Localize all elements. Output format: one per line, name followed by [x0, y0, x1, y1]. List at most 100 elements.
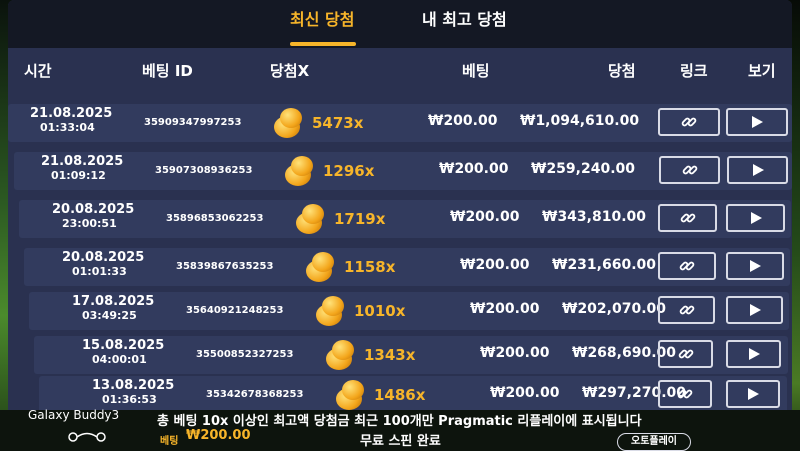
row-multiplier: 1719x: [334, 210, 386, 228]
row-date: 17.08.2025: [72, 294, 155, 309]
row-win: ₩1,094,610.00: [520, 113, 640, 129]
column-win: 당첨: [608, 62, 636, 80]
game-status: 무료 스핀 완료: [360, 434, 441, 449]
play-icon: [748, 388, 759, 400]
table-row: 15.08.2025 04:00:01 35500852327253 1343x…: [34, 336, 788, 374]
link-icon: [680, 213, 695, 223]
link-icon: [682, 165, 697, 175]
replay-note: 총 베팅 10x 이상인 최고액 당첨금 최근 100개만 Pragmatic …: [157, 414, 642, 429]
row-time: 01:36:53: [102, 393, 157, 406]
table-row: 21.08.2025 01:09:12 35907308936253 1296x…: [14, 152, 792, 190]
link-button[interactable]: [659, 156, 720, 184]
row-datetime: 21.08.2025 01:33:04: [30, 107, 112, 135]
row-time: 01:01:33: [72, 265, 127, 278]
row-bet: ₩200.00: [428, 113, 498, 129]
column-bet-id: 베팅 ID: [142, 62, 193, 80]
column-bet: 베팅: [462, 62, 490, 80]
row-bet: ₩200.00: [490, 385, 560, 401]
row-multiplier: 1158x: [344, 258, 396, 276]
row-time: 04:00:01: [92, 353, 147, 366]
bet-label: 베팅: [160, 436, 179, 447]
row-multiplier: 1486x: [374, 386, 426, 404]
row-multiplier: 1010x: [354, 302, 406, 320]
row-bet-id: 35839867635253: [176, 261, 274, 272]
column-view: 보기: [748, 62, 776, 80]
coin-stack-icon: [292, 202, 328, 236]
row-bet: ₩200.00: [439, 161, 509, 177]
table-row: 20.08.2025 01:01:33 35839867635253 1158x…: [24, 248, 790, 286]
row-datetime: 17.08.2025 03:49:25: [72, 295, 154, 323]
replay-panel: 최신 당첨 내 최고 당첨 시간 베팅 ID 당첨X 베팅 당첨 링크 보기 2…: [8, 0, 792, 418]
link-button[interactable]: [658, 296, 715, 324]
row-date: 20.08.2025: [62, 250, 145, 265]
row-time: 03:49:25: [82, 309, 137, 322]
row-date: 21.08.2025: [41, 154, 124, 169]
active-tab-indicator: [290, 42, 356, 46]
row-bet-id: 35909347997253: [144, 117, 242, 128]
row-bet: ₩200.00: [460, 257, 530, 273]
tab-my-best-wins[interactable]: 내 최고 당첨: [422, 6, 507, 30]
play-icon: [752, 164, 764, 176]
table-row: 17.08.2025 03:49:25 35640921248253 1010x…: [29, 292, 789, 330]
row-date: 15.08.2025: [82, 338, 165, 353]
column-multiplier: 당첨X: [270, 62, 310, 80]
row-time: 01:33:04: [40, 121, 95, 134]
row-bet: ₩200.00: [470, 301, 540, 317]
row-bet-id: 35907308936253: [155, 165, 253, 176]
link-button[interactable]: [658, 108, 720, 136]
row-datetime: 20.08.2025 23:00:51: [52, 203, 134, 231]
view-button[interactable]: [727, 156, 788, 184]
table-row: 13.08.2025 01:36:53 35342678368253 1486x…: [39, 376, 787, 414]
row-bet: ₩200.00: [480, 345, 550, 361]
coin-stack-icon: [281, 154, 317, 188]
row-date: 13.08.2025: [92, 378, 175, 393]
row-datetime: 13.08.2025 01:36:53: [92, 379, 174, 407]
column-time: 시간: [24, 62, 52, 80]
play-icon: [752, 116, 763, 128]
row-multiplier: 1343x: [364, 346, 416, 364]
link-button[interactable]: [658, 380, 712, 408]
row-date: 21.08.2025: [30, 106, 113, 121]
play-icon: [749, 304, 761, 316]
row-win: ₩259,240.00: [531, 161, 636, 177]
coin-stack-icon: [302, 250, 338, 284]
row-win: ₩231,660.00: [552, 257, 657, 273]
bet-value: ₩200.00: [186, 428, 251, 443]
link-icon: [679, 305, 694, 315]
row-datetime: 15.08.2025 04:00:01: [82, 339, 164, 367]
play-icon: [750, 260, 761, 272]
view-button[interactable]: [726, 380, 780, 408]
row-date: 20.08.2025: [52, 202, 135, 217]
row-bet-id: 35500852327253: [196, 349, 294, 360]
row-bet-id: 35896853062253: [166, 213, 264, 224]
row-multiplier: 5473x: [312, 114, 364, 132]
view-button[interactable]: [726, 340, 781, 368]
column-link: 링크: [680, 62, 708, 80]
view-button[interactable]: [726, 252, 784, 280]
view-button[interactable]: [726, 204, 785, 232]
row-datetime: 21.08.2025 01:09:12: [41, 155, 123, 183]
play-icon: [748, 348, 760, 360]
tab-recent-wins[interactable]: 최신 당첨: [290, 6, 354, 30]
link-button[interactable]: [658, 204, 717, 232]
coin-stack-icon: [312, 294, 348, 328]
view-button[interactable]: [726, 296, 783, 324]
camera-watermark-icon: [68, 432, 106, 442]
link-icon: [678, 349, 693, 359]
row-datetime: 20.08.2025 01:01:33: [62, 251, 144, 279]
coin-stack-icon: [322, 338, 358, 372]
link-button[interactable]: [658, 252, 716, 280]
row-win: ₩343,810.00: [542, 209, 647, 225]
coin-stack-icon: [270, 106, 306, 140]
view-button[interactable]: [726, 108, 788, 136]
table-header: 시간 베팅 ID 당첨X 베팅 당첨 링크 보기: [8, 60, 792, 90]
row-time: 01:09:12: [51, 169, 106, 182]
autoplay-button[interactable]: 오토플레이: [617, 433, 691, 451]
row-bet-id: 35342678368253: [206, 389, 304, 400]
tab-bar: 최신 당첨 내 최고 당첨: [8, 0, 792, 48]
play-icon: [750, 212, 762, 224]
row-multiplier: 1296x: [323, 162, 375, 180]
link-button[interactable]: [658, 340, 713, 368]
camera-watermark: Galaxy Buddy3: [28, 408, 120, 422]
link-icon: [679, 261, 695, 271]
